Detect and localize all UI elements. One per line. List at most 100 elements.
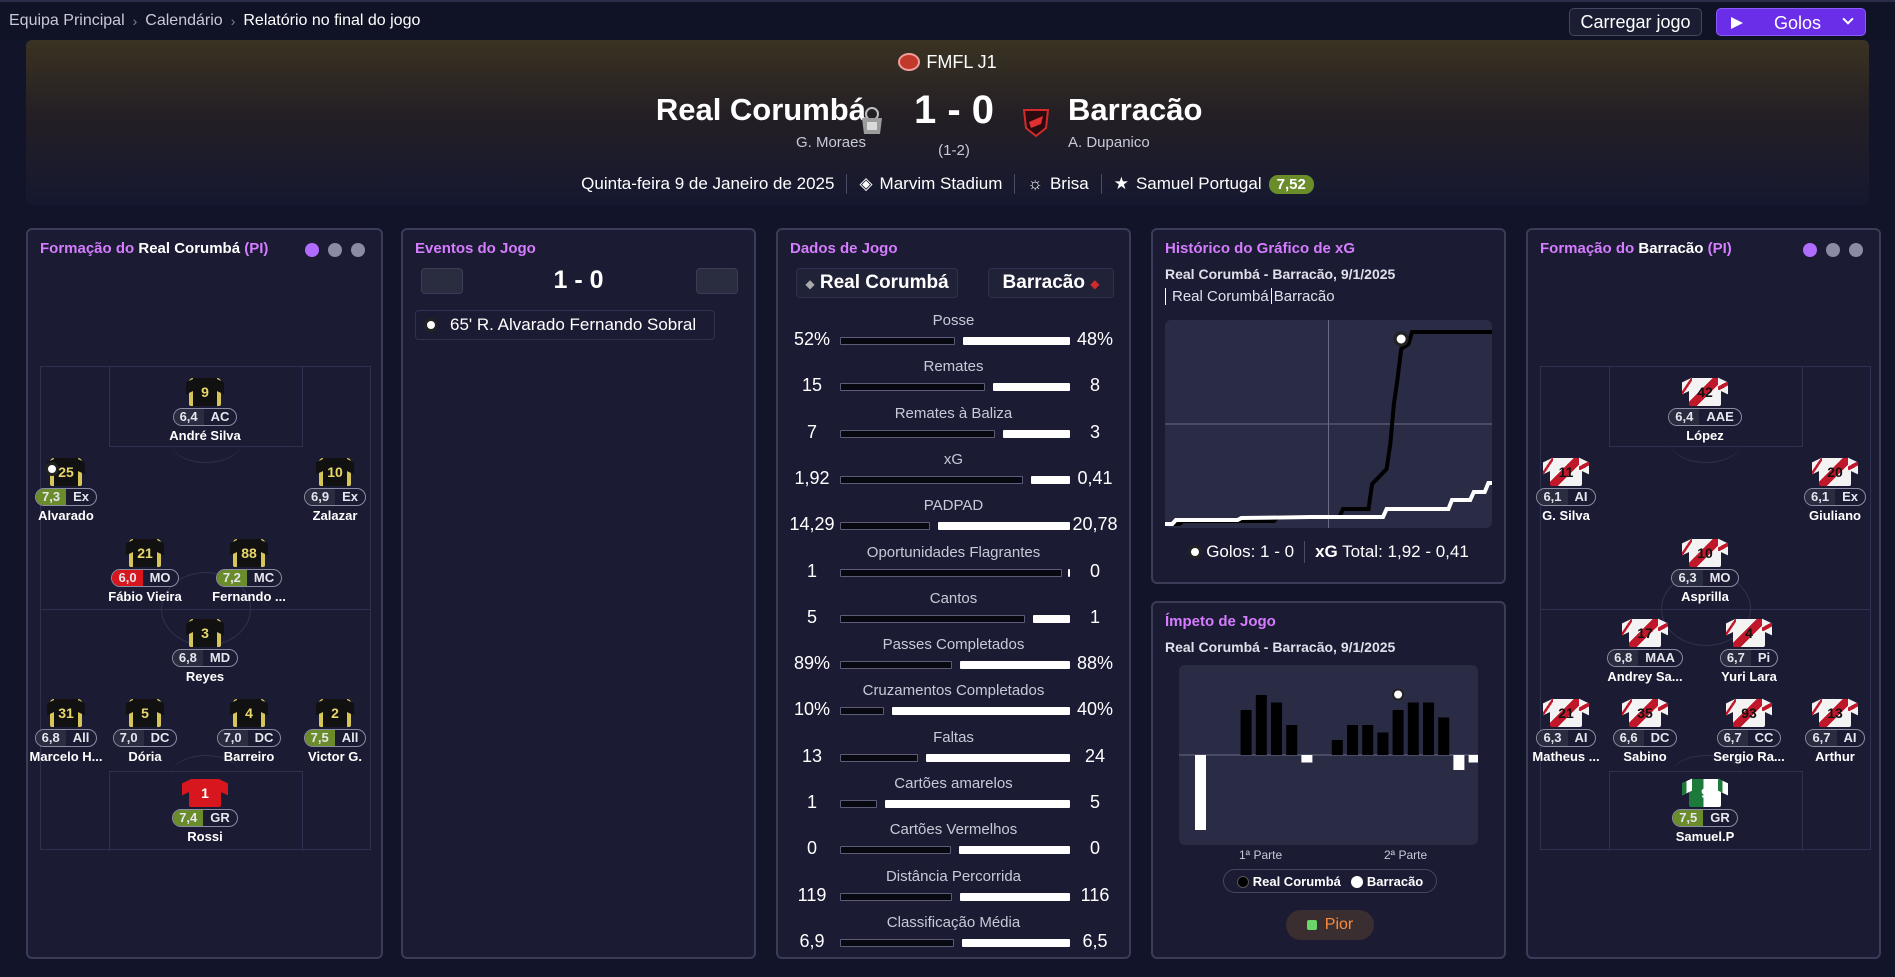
player-card[interactable]: 17 6,8 MAA Andrey Sa... bbox=[1595, 619, 1695, 684]
chevron-down-icon bbox=[1842, 13, 1854, 25]
stat-bar bbox=[840, 661, 1070, 670]
player-card[interactable]: 21 6,0 MO Fábio Vieira bbox=[95, 539, 195, 604]
stat-bar bbox=[840, 429, 1070, 438]
rating-badge: 6,1 Ex bbox=[1804, 488, 1866, 506]
ball-icon bbox=[45, 462, 59, 476]
stadium-name[interactable]: Marvim Stadium bbox=[880, 174, 1003, 194]
stat-label: Cruzamentos Completados bbox=[862, 682, 1045, 700]
stats-panel: Dados de Jogo ◆ Real Corumbá Barracão ◆ … bbox=[776, 228, 1131, 959]
goal-event[interactable]: 65' R. Alvarado Fernando Sobral bbox=[415, 310, 715, 340]
momentum-bar bbox=[1468, 755, 1480, 763]
stat-bar-home bbox=[840, 800, 877, 808]
player-of-match[interactable]: Samuel Portugal bbox=[1136, 174, 1262, 194]
ball-icon bbox=[1188, 545, 1203, 559]
stat-home-value: 15 bbox=[801, 375, 823, 396]
load-match-button[interactable]: Carregar jogo bbox=[1569, 8, 1702, 36]
shirt-icon: 10 bbox=[1689, 539, 1721, 567]
player-card[interactable]: 1 7,4 GR Rossi bbox=[155, 779, 255, 844]
momentum-bar bbox=[1407, 702, 1419, 755]
stat-bar-away bbox=[1031, 475, 1070, 484]
stat-bar-home bbox=[840, 707, 884, 716]
rating-badge: 7,0 DC bbox=[112, 729, 178, 747]
player-card[interactable]: 4 6,7 Pi Yuri Lara bbox=[1699, 619, 1799, 684]
stat-bar-away bbox=[960, 892, 1070, 901]
stat-label: Distância Percorrida bbox=[885, 867, 1022, 885]
player-card[interactable]: 88 7,2 MC Fernando ... bbox=[199, 539, 299, 604]
stat-row: Oportunidades Flagrantes 1 0 bbox=[778, 544, 1129, 590]
player-name: Asprilla bbox=[1681, 589, 1729, 604]
stat-row: Passes Completados 89% 88% bbox=[778, 636, 1129, 682]
shirt-icon: 42 bbox=[1689, 378, 1721, 406]
competition-name[interactable]: FMFL J1 bbox=[926, 52, 996, 72]
player-card[interactable]: 9 7,5 GR Samuel.P bbox=[1655, 779, 1755, 844]
view-toggle[interactable] bbox=[1803, 243, 1863, 257]
home-manager[interactable]: G. Moraes bbox=[656, 134, 866, 151]
player-card[interactable]: 10 6,9 Ex Zalazar bbox=[285, 458, 385, 523]
stats-title: Dados de Jogo bbox=[790, 240, 898, 257]
match-date: Quinta-feira 9 de Janeiro de 2025 bbox=[581, 174, 835, 193]
shirt-icon: 10 bbox=[319, 458, 351, 486]
player-card[interactable]: 13 6,7 AI Arthur bbox=[1785, 699, 1885, 764]
stat-away-value: 40% bbox=[1076, 699, 1114, 720]
shirt-icon: 1 bbox=[189, 779, 221, 807]
breadcrumb-item-calendar[interactable]: Calendário bbox=[145, 12, 222, 30]
player-card[interactable]: 11 6,1 AI G. Silva bbox=[1516, 458, 1616, 523]
player-card[interactable]: 42 6,4 AAE López bbox=[1655, 378, 1755, 443]
stat-row: Remates 15 8 bbox=[778, 358, 1129, 404]
breadcrumb: Equipa Principal › Calendário › Relatóri… bbox=[9, 12, 420, 30]
stat-row: Distância Percorrida 119 116 bbox=[778, 868, 1129, 914]
away-team-name[interactable]: Barracão bbox=[1068, 92, 1202, 128]
player-card[interactable]: 20 6,1 Ex Giuliano bbox=[1785, 458, 1885, 523]
event-scorer[interactable]: R. Alvarado bbox=[477, 315, 565, 334]
home-team-name[interactable]: Real Corumbá bbox=[656, 92, 866, 128]
player-card[interactable]: 35 6,6 DC Sabino bbox=[1595, 699, 1695, 764]
stat-bar bbox=[840, 568, 1070, 577]
highlights-label: Golos bbox=[1774, 13, 1822, 33]
stats-home-team[interactable]: ◆ Real Corumbá bbox=[796, 268, 958, 298]
stat-bar-home bbox=[840, 568, 1062, 577]
stat-bar-away bbox=[892, 707, 1070, 716]
momentum-bar bbox=[1453, 755, 1465, 770]
stat-away-value: 20,78 bbox=[1072, 514, 1118, 535]
stat-home-value: 5 bbox=[806, 606, 817, 627]
player-name: Fábio Vieira bbox=[108, 589, 182, 604]
momentum-bar bbox=[1423, 702, 1434, 755]
stats-away-team[interactable]: Barracão ◆ bbox=[988, 268, 1114, 298]
chevron-right-icon: › bbox=[132, 13, 138, 29]
highlights-dropdown-button[interactable]: Golos bbox=[1716, 8, 1866, 36]
rating-badge: 6,8 MD bbox=[171, 649, 239, 667]
match-score: 1 - 0 bbox=[913, 88, 995, 132]
half2-label: 2ª Parte bbox=[1384, 848, 1428, 862]
away-team: Barracão A. Dupanico bbox=[1068, 92, 1202, 151]
away-manager[interactable]: A. Dupanico bbox=[1068, 134, 1202, 151]
event-minute: 65' bbox=[450, 315, 473, 334]
stat-label: Cartões amarelos bbox=[894, 775, 1013, 792]
player-card[interactable]: 25 7,3 Ex Alvarado bbox=[16, 458, 116, 523]
shirt-icon: 11 bbox=[1550, 458, 1582, 486]
player-card[interactable]: 3 6,8 MD Reyes bbox=[155, 619, 255, 684]
stat-bar-home bbox=[840, 614, 1025, 623]
stat-bar-away bbox=[1003, 429, 1070, 438]
player-card[interactable]: 2 7,5 All Victor G. bbox=[285, 699, 385, 764]
star-icon: ★ bbox=[1113, 174, 1129, 193]
home-lineup-panel: Formação do Real Corumbá (PI) 9 6,4 AC Andr… bbox=[26, 228, 383, 959]
player-card[interactable]: 10 6,3 MO Asprilla bbox=[1655, 539, 1755, 604]
breadcrumb-item-first-team[interactable]: Equipa Principal bbox=[9, 12, 125, 30]
player-card[interactable]: 4 7,0 DC Barreiro bbox=[199, 699, 299, 764]
stat-home-value: 1 bbox=[806, 560, 817, 581]
stat-home-value: 10% bbox=[793, 699, 831, 720]
away-lineup-title: Formação do Barracão (PI) bbox=[1540, 240, 1732, 257]
player-card[interactable]: 9 6,4 AC André Silva bbox=[155, 378, 255, 443]
view-toggle[interactable] bbox=[305, 243, 365, 257]
stat-bar-away bbox=[993, 383, 1070, 392]
player-card[interactable]: 5 7,0 DC Dória bbox=[95, 699, 195, 764]
goal-marker-icon bbox=[1393, 331, 1409, 347]
event-assist[interactable]: Fernando Sobral bbox=[570, 315, 697, 334]
player-card[interactable]: 93 6,7 CC Sergio Ra... bbox=[1699, 699, 1799, 764]
stat-away-value: 8 bbox=[1089, 375, 1100, 396]
stat-row: Cartões amarelos 1 5 bbox=[778, 775, 1129, 821]
momentum-bar bbox=[1286, 725, 1298, 755]
worse-button[interactable]: Pior bbox=[1286, 910, 1374, 940]
stat-away-value: 0 bbox=[1089, 838, 1100, 859]
rating-badge: 6,7 Pi bbox=[1719, 649, 1779, 667]
